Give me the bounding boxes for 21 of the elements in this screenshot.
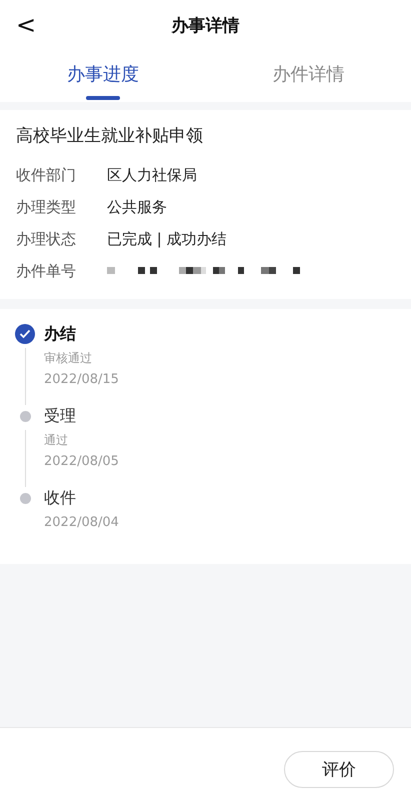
step-note: 通过 bbox=[44, 432, 69, 448]
step-date: 2022/08/15 bbox=[44, 371, 120, 389]
page-title: 办事详情 bbox=[172, 14, 240, 36]
tab[interactable]: 办件详情 bbox=[206, 50, 411, 102]
field-label: 办理类型 bbox=[16, 198, 77, 216]
step-title: 收件 bbox=[44, 487, 77, 509]
tab[interactable]: 办事进度 bbox=[0, 50, 206, 102]
field-value: 公共服务 bbox=[107, 198, 167, 216]
back-button[interactable]: < bbox=[12, 12, 40, 38]
step-note: 审核通过 bbox=[44, 350, 93, 366]
field-label: 办理状态 bbox=[16, 230, 77, 248]
step-title: 受理 bbox=[44, 405, 77, 427]
step-date: 2022/08/05 bbox=[44, 453, 120, 471]
field-value: 已完成 | 成功办结 bbox=[107, 230, 227, 248]
rate-button[interactable]: 评价 bbox=[284, 751, 394, 788]
step-date: 2022/08/04 bbox=[44, 514, 120, 532]
field-label: 收件部门 bbox=[16, 166, 77, 184]
field-label: 办件单号 bbox=[16, 262, 77, 280]
item-title: 高校毕业生就业补贴申领 bbox=[16, 125, 204, 147]
step-title: 办结 bbox=[44, 323, 77, 345]
field-value: 区人力社保局 bbox=[107, 166, 197, 184]
